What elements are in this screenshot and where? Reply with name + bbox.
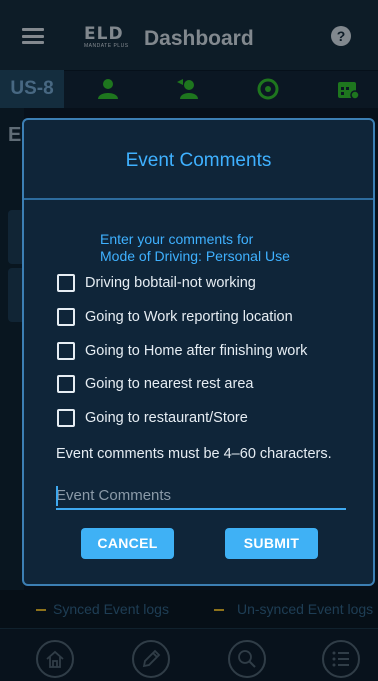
option-label: Going to Home after finishing work [85,343,308,359]
checkbox[interactable] [57,342,75,360]
prompt-line-1: Enter your comments for [100,231,254,247]
comment-option[interactable]: Going to Work reporting location [57,306,293,328]
checkbox[interactable] [57,375,75,393]
comment-option[interactable]: Going to Home after finishing work [57,340,307,362]
option-label: Going to restaurant/Store [85,410,248,426]
option-label: Going to Work reporting location [85,309,293,325]
submit-button[interactable]: SUBMIT [225,528,318,559]
option-label: Driving bobtail-not working [85,275,256,291]
checkbox[interactable] [57,274,75,292]
text-caret [56,486,58,506]
checkbox[interactable] [57,308,75,326]
event-comments-dialog: Event Comments Enter your comments for M… [22,118,375,586]
length-hint: Event comments must be 4–60 characters. [56,446,332,462]
dialog-prompt: Enter your comments for Mode of Driving:… [100,231,290,265]
cancel-button[interactable]: CANCEL [81,528,174,559]
comment-option[interactable]: Going to restaurant/Store [57,407,248,429]
comment-option[interactable]: Driving bobtail-not working [57,272,256,294]
checkbox[interactable] [57,409,75,427]
comment-option[interactable]: Going to nearest rest area [57,373,253,395]
dialog-title: Event Comments [125,150,272,171]
event-comments-input[interactable] [56,484,346,510]
option-label: Going to nearest rest area [85,376,254,392]
prompt-line-2: Mode of Driving: Personal Use [100,248,290,264]
dialog-divider [24,198,373,200]
